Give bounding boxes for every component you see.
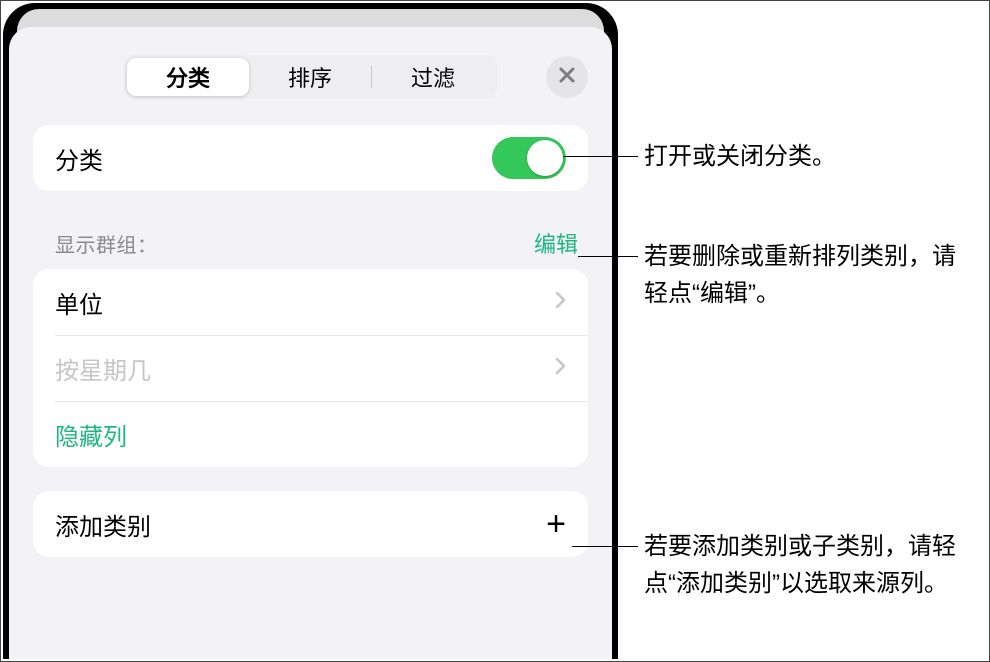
close-icon (558, 66, 576, 89)
tab-sort[interactable]: 排序 (249, 58, 371, 96)
close-button[interactable] (546, 56, 588, 98)
group-row-1[interactable]: 单位 (33, 269, 588, 335)
add-category-card: 添加类别 + (33, 491, 588, 557)
groups-section-header: 显示群组： 编辑 (55, 227, 578, 259)
segmented-control: 分类 排序 过滤 (124, 55, 497, 99)
category-toggle-label: 分类 (55, 141, 103, 176)
chevron-right-icon (555, 291, 566, 314)
callout-edit: 若要删除或重新排列类别，请轻点“编辑”。 (644, 238, 974, 312)
category-toggle-switch[interactable] (492, 137, 566, 179)
callout-toggle: 打开或关闭分类。 (644, 138, 974, 175)
group-row-1-label: 单位 (55, 285, 103, 320)
tab-filter[interactable]: 过滤 (372, 58, 494, 96)
add-category-label: 添加类别 (55, 507, 151, 542)
tab-category[interactable]: 分类 (127, 58, 249, 96)
hide-column-row[interactable]: 隐藏列 (33, 401, 588, 467)
groups-list-card: 单位 按星期几 隐藏列 (33, 269, 588, 467)
panel-background: 分类 排序 过滤 (3, 3, 618, 659)
category-toggle-card: 分类 (33, 125, 588, 191)
callout-edit-text: 若要删除或重新排列类别，请轻点“编辑”。 (644, 243, 956, 307)
organize-sheet: 分类 排序 过滤 (9, 27, 612, 659)
tab-filter-label: 过滤 (411, 61, 455, 93)
callout-add: 若要添加类别或子类别，请轻点“添加类别”以选取来源列。 (644, 528, 974, 602)
group-row-2[interactable]: 按星期几 (33, 335, 588, 401)
chevron-right-icon (555, 357, 566, 380)
callout-leader-toggle (563, 156, 638, 157)
plus-icon: + (546, 507, 566, 541)
tab-category-label: 分类 (166, 61, 210, 93)
tab-sort-label: 排序 (288, 61, 332, 93)
edit-button[interactable]: 编辑 (534, 227, 578, 259)
callout-add-text: 若要添加类别或子类别，请轻点“添加类别”以选取来源列。 (644, 533, 956, 597)
callout-leader-edit (578, 256, 638, 257)
callout-toggle-text: 打开或关闭分类。 (644, 143, 836, 170)
category-toggle-row: 分类 (33, 125, 588, 191)
add-category-row[interactable]: 添加类别 + (33, 491, 588, 557)
callout-leader-add (572, 546, 638, 547)
hide-column-label: 隐藏列 (55, 417, 127, 452)
group-row-2-label: 按星期几 (55, 351, 151, 386)
groups-section-label: 显示群组： (55, 229, 158, 258)
sheet-header: 分类 排序 过滤 (9, 51, 612, 103)
